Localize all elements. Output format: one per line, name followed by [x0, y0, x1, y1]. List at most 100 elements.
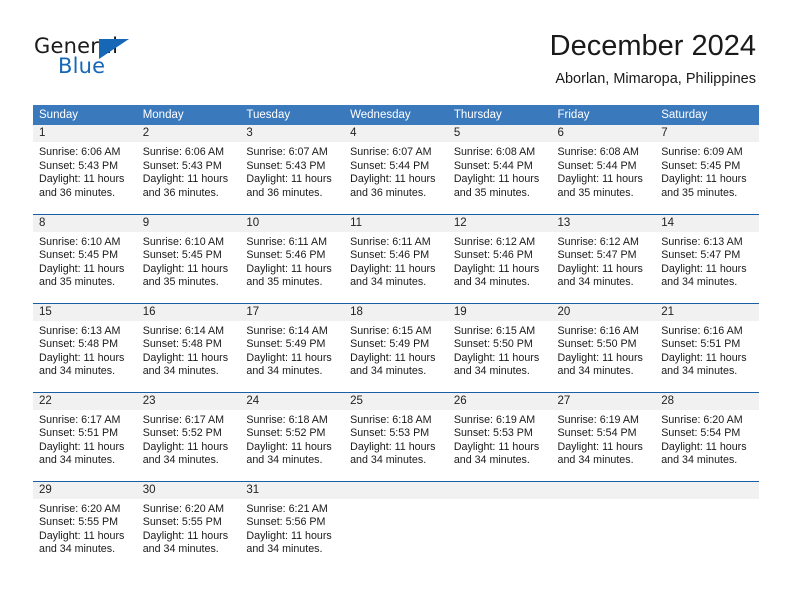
- day-cell-empty: [551, 480, 656, 570]
- day-cell[interactable]: 25 Sunrise: 6:18 AM Sunset: 5:53 PM Dayl…: [344, 391, 448, 481]
- day-number: 24: [240, 392, 345, 410]
- daylight-line2: and 34 minutes.: [39, 543, 116, 556]
- daylight-line1: Daylight: 11 hours: [350, 262, 436, 275]
- sunset-text: Sunset: 5:48 PM: [39, 338, 119, 351]
- sunrise-text: Sunrise: 6:19 AM: [557, 413, 639, 426]
- day-cell[interactable]: 19 Sunrise: 6:15 AM Sunset: 5:50 PM Dayl…: [447, 302, 552, 392]
- sunset-text: Sunset: 5:47 PM: [557, 249, 637, 262]
- day-cell[interactable]: 12 Sunrise: 6:12 AM Sunset: 5:46 PM Dayl…: [447, 213, 552, 303]
- day-cell[interactable]: 8 Sunrise: 6:10 AM Sunset: 5:45 PM Dayli…: [33, 213, 137, 303]
- sunrise-text: Sunrise: 6:15 AM: [453, 324, 536, 337]
- day-number: 8: [33, 214, 137, 232]
- daylight-line1: Daylight: 11 hours: [246, 262, 332, 275]
- daylight-line1: Daylight: 11 hours: [142, 440, 229, 453]
- day-cell[interactable]: 29 Sunrise: 6:20 AM Sunset: 5:55 PM Dayl…: [33, 480, 137, 570]
- daylight-line1: Daylight: 11 hours: [661, 173, 747, 186]
- day-number: 16: [136, 303, 241, 321]
- page-title: December 2024: [549, 30, 756, 62]
- sunrise-text: Sunrise: 6:10 AM: [142, 235, 225, 248]
- day-cell[interactable]: 10 Sunrise: 6:11 AM Sunset: 5:46 PM Dayl…: [240, 213, 345, 303]
- day-number: 6: [551, 125, 656, 142]
- daylight-line2: and 34 minutes.: [557, 365, 634, 378]
- day-cell[interactable]: 11 Sunrise: 6:11 AM Sunset: 5:46 PM Dayl…: [344, 213, 448, 303]
- daylight-line2: and 34 minutes.: [350, 276, 427, 289]
- sunrise-text: Sunrise: 6:09 AM: [661, 146, 743, 158]
- daylight-line1: Daylight: 11 hours: [142, 351, 229, 364]
- day-number: [655, 481, 759, 499]
- day-cell[interactable]: 14 Sunrise: 6:13 AM Sunset: 5:47 PM Dayl…: [655, 213, 759, 303]
- sunrise-text: Sunrise: 6:16 AM: [661, 324, 743, 337]
- day-cell[interactable]: 7 Sunrise: 6:09 AM Sunset: 5:45 PM Dayli…: [655, 125, 759, 214]
- day-cell[interactable]: 23 Sunrise: 6:17 AM Sunset: 5:52 PM Dayl…: [136, 391, 241, 481]
- daylight-line1: Daylight: 11 hours: [661, 440, 747, 453]
- sunrise-text: Sunrise: 6:19 AM: [453, 413, 536, 426]
- day-cell[interactable]: 26 Sunrise: 6:19 AM Sunset: 5:53 PM Dayl…: [447, 391, 552, 481]
- day-cell[interactable]: 30 Sunrise: 6:20 AM Sunset: 5:55 PM Dayl…: [136, 480, 241, 570]
- sunset-text: Sunset: 5:48 PM: [142, 338, 222, 351]
- day-cell[interactable]: 4 Sunrise: 6:07 AM Sunset: 5:44 PM Dayli…: [344, 125, 448, 214]
- sunrise-text: Sunrise: 6:07 AM: [246, 146, 328, 158]
- day-cell[interactable]: 3 Sunrise: 6:07 AM Sunset: 5:43 PM Dayli…: [240, 125, 345, 214]
- day-number: 21: [655, 303, 759, 321]
- daylight-line1: Daylight: 11 hours: [246, 351, 332, 364]
- sunrise-text: Sunrise: 6:08 AM: [557, 146, 639, 158]
- daylight-line1: Daylight: 11 hours: [453, 262, 540, 275]
- day-cell[interactable]: 2 Sunrise: 6:06 AM Sunset: 5:43 PM Dayli…: [136, 125, 241, 214]
- weekday-header-wednesday: Wednesday: [344, 105, 448, 125]
- sunset-text: Sunset: 5:54 PM: [557, 427, 637, 440]
- sunset-text: Sunset: 5:51 PM: [661, 338, 741, 351]
- sunrise-sunset-calendar-table: Sunday Monday Tuesday Wednesday Thursday…: [33, 105, 759, 570]
- daylight-line2: and 34 minutes.: [557, 454, 634, 467]
- day-cell[interactable]: 22 Sunrise: 6:17 AM Sunset: 5:51 PM Dayl…: [33, 391, 137, 481]
- sunset-text: Sunset: 5:44 PM: [350, 159, 430, 172]
- day-cell[interactable]: 18 Sunrise: 6:15 AM Sunset: 5:49 PM Dayl…: [344, 302, 448, 392]
- day-cell[interactable]: 6 Sunrise: 6:08 AM Sunset: 5:44 PM Dayli…: [551, 125, 656, 214]
- day-number: [447, 481, 552, 499]
- daylight-line2: and 34 minutes.: [246, 454, 323, 467]
- day-cell[interactable]: 5 Sunrise: 6:08 AM Sunset: 5:44 PM Dayli…: [447, 125, 552, 214]
- sunset-text: Sunset: 5:46 PM: [453, 249, 533, 262]
- daylight-line2: and 35 minutes.: [453, 186, 530, 199]
- daylight-line2: and 34 minutes.: [246, 543, 323, 556]
- sunset-text: Sunset: 5:43 PM: [142, 159, 222, 172]
- day-cell-empty: [655, 480, 759, 570]
- sunrise-text: Sunrise: 6:18 AM: [246, 413, 328, 426]
- sunset-text: Sunset: 5:43 PM: [39, 159, 119, 172]
- day-cell-empty: [447, 480, 552, 570]
- day-cell[interactable]: 31 Sunrise: 6:21 AM Sunset: 5:56 PM Dayl…: [240, 480, 345, 570]
- day-cell[interactable]: 17 Sunrise: 6:14 AM Sunset: 5:49 PM Dayl…: [240, 302, 345, 392]
- general-blue-logo[interactable]: General Blue: [34, 34, 234, 84]
- day-cell[interactable]: 21 Sunrise: 6:16 AM Sunset: 5:51 PM Dayl…: [655, 302, 759, 392]
- day-cell[interactable]: 1 Sunrise: 6:06 AM Sunset: 5:43 PM Dayli…: [33, 125, 137, 214]
- daylight-line1: Daylight: 11 hours: [39, 351, 125, 364]
- sunset-text: Sunset: 5:45 PM: [661, 159, 741, 172]
- day-cell[interactable]: 24 Sunrise: 6:18 AM Sunset: 5:52 PM Dayl…: [240, 391, 345, 481]
- sunset-text: Sunset: 5:46 PM: [350, 249, 430, 262]
- sunrise-text: Sunrise: 6:20 AM: [142, 502, 225, 515]
- day-cell[interactable]: 13 Sunrise: 6:12 AM Sunset: 5:47 PM Dayl…: [551, 213, 656, 303]
- day-cell[interactable]: 28 Sunrise: 6:20 AM Sunset: 5:54 PM Dayl…: [655, 391, 759, 481]
- week-row: 29 Sunrise: 6:20 AM Sunset: 5:55 PM Dayl…: [33, 480, 759, 570]
- sunset-text: Sunset: 5:43 PM: [246, 159, 326, 172]
- day-number: [551, 481, 656, 499]
- day-number: 28: [655, 392, 759, 410]
- title-block: December 2024 Aborlan, Mimaropa, Philipp…: [550, 28, 756, 89]
- day-number: 25: [344, 392, 448, 410]
- sunrise-text: Sunrise: 6:08 AM: [453, 146, 536, 158]
- daylight-line1: Daylight: 11 hours: [142, 262, 229, 275]
- day-number: 5: [447, 125, 552, 142]
- day-cell[interactable]: 27 Sunrise: 6:19 AM Sunset: 5:54 PM Dayl…: [551, 391, 656, 481]
- day-cell[interactable]: 20 Sunrise: 6:16 AM Sunset: 5:50 PM Dayl…: [551, 302, 656, 392]
- sunrise-text: Sunrise: 6:10 AM: [39, 235, 121, 248]
- day-cell[interactable]: 15 Sunrise: 6:13 AM Sunset: 5:48 PM Dayl…: [33, 302, 137, 392]
- day-number: 3: [240, 125, 345, 142]
- day-number: 23: [136, 392, 241, 410]
- daylight-line2: and 35 minutes.: [142, 276, 219, 289]
- daylight-line1: Daylight: 11 hours: [39, 440, 125, 453]
- sunset-text: Sunset: 5:44 PM: [557, 159, 637, 172]
- day-cell[interactable]: 9 Sunrise: 6:10 AM Sunset: 5:45 PM Dayli…: [136, 213, 241, 303]
- day-cell[interactable]: 16 Sunrise: 6:14 AM Sunset: 5:48 PM Dayl…: [136, 302, 241, 392]
- daylight-line1: Daylight: 11 hours: [453, 173, 540, 186]
- daylight-line2: and 34 minutes.: [661, 276, 738, 289]
- day-number: 31: [240, 481, 345, 499]
